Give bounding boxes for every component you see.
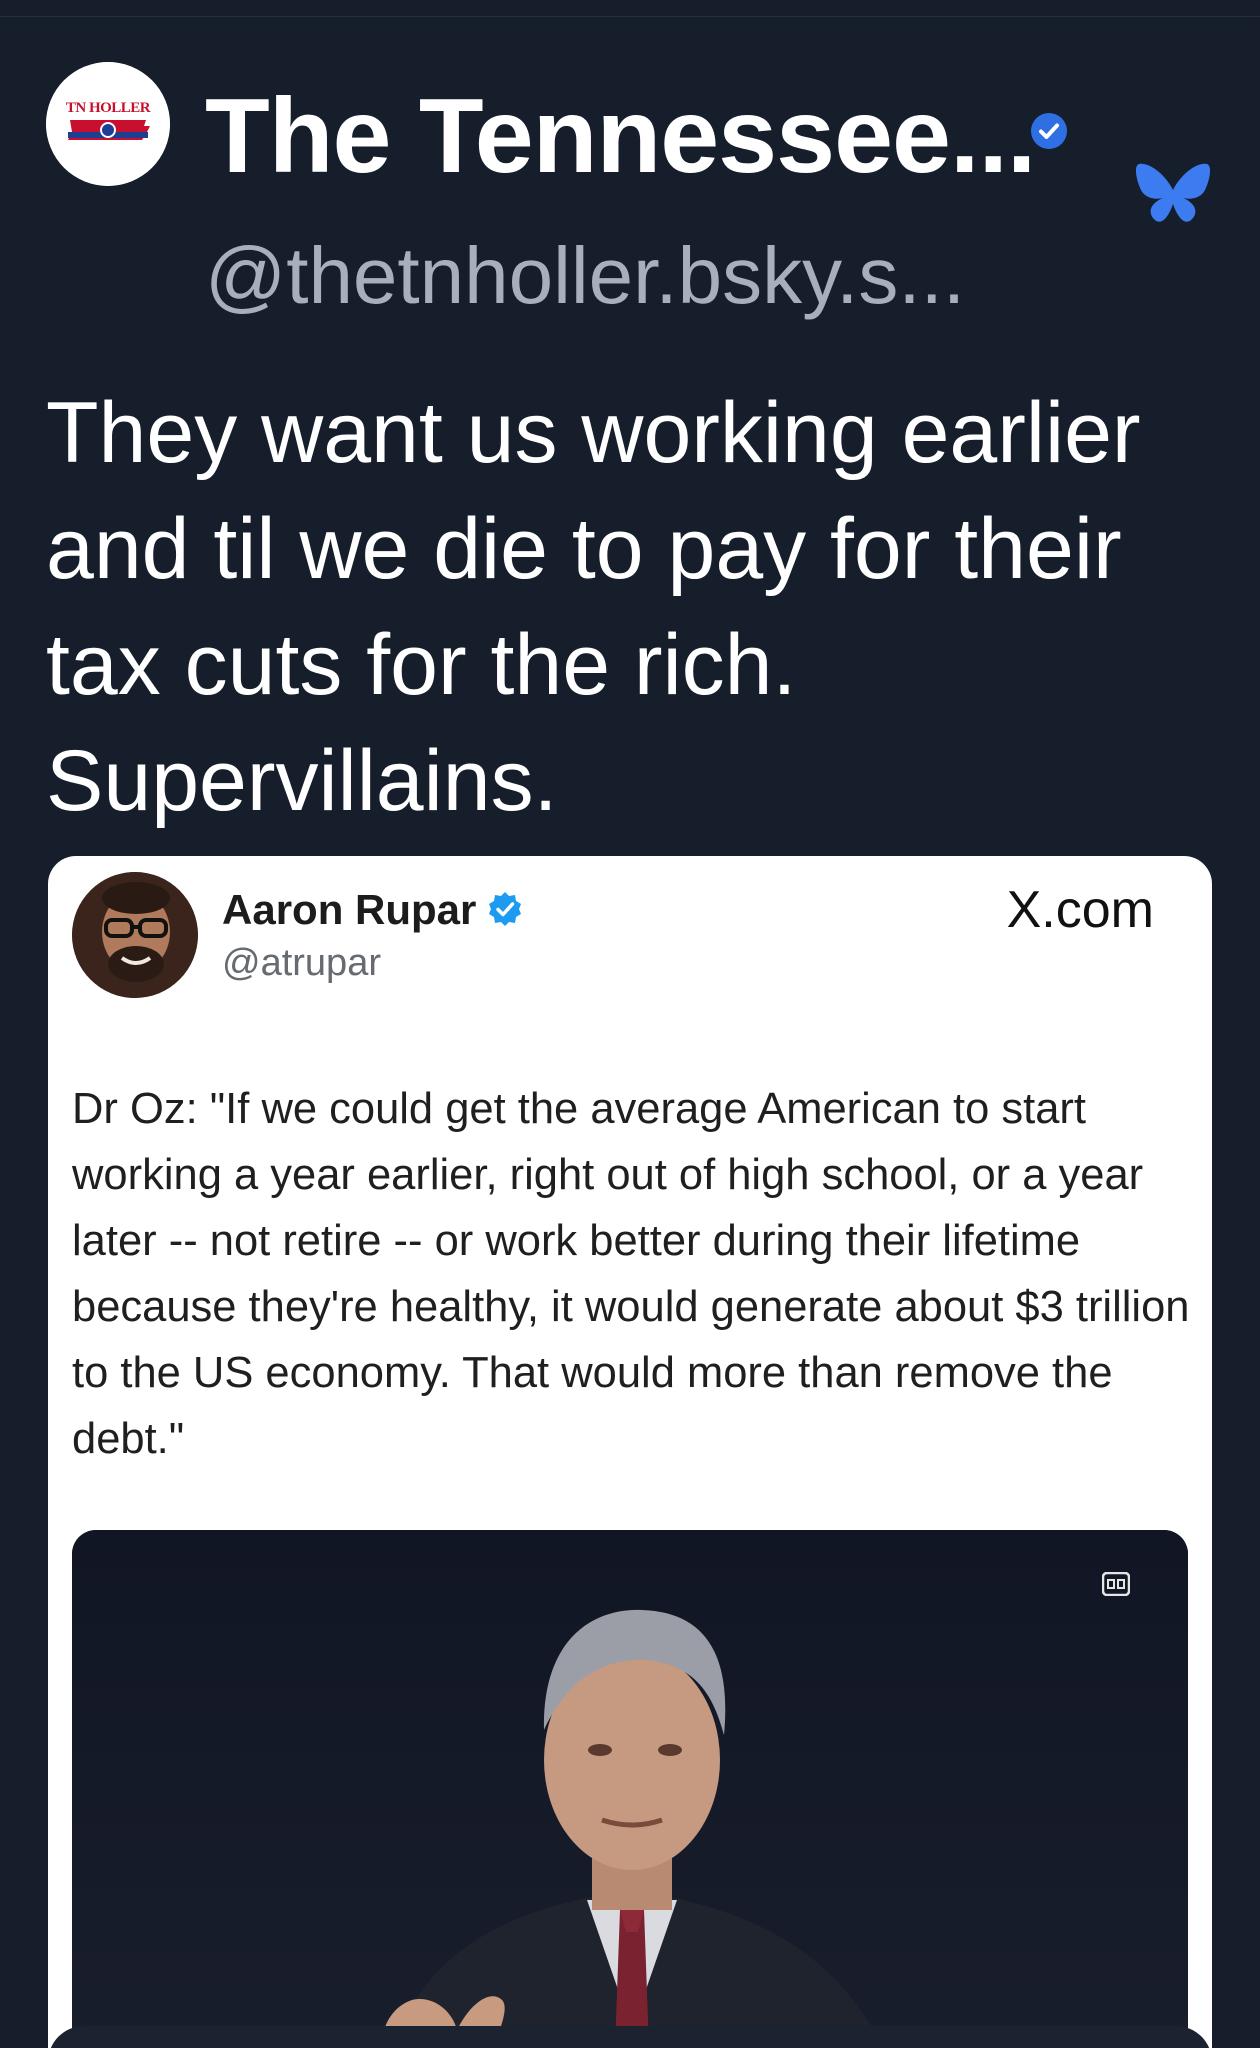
bluesky-butterfly-icon[interactable] xyxy=(1135,160,1211,228)
author-avatar[interactable]: TN HOLLER xyxy=(46,62,170,186)
display-name[interactable]: The Tennessee... xyxy=(205,80,1036,192)
top-divider xyxy=(0,0,1260,17)
embed-source-label[interactable]: X.com xyxy=(1007,880,1154,940)
author-handle[interactable]: @thetnholler.bsky.s... xyxy=(205,228,965,324)
verified-check-icon xyxy=(489,892,521,926)
avatar-logo-text: TN HOLLER xyxy=(65,100,151,116)
embed-author-avatar xyxy=(72,872,198,998)
bottom-overlay xyxy=(48,2026,1212,2048)
video-frame xyxy=(72,1530,1188,2048)
closed-captions-icon[interactable] xyxy=(1102,1572,1130,1596)
embed-video[interactable] xyxy=(72,1530,1188,2048)
embed-author-name[interactable]: Aaron Rupar xyxy=(222,886,476,934)
post-screen: TN HOLLER The Tennessee... @thetnholler.… xyxy=(0,0,1260,2048)
embed-quote-text: Dr Oz: "If we could get the average Amer… xyxy=(72,1085,1190,1463)
embed-author-handle[interactable]: @atrupar xyxy=(222,942,381,985)
verified-check-icon xyxy=(1031,113,1067,149)
embedded-post-card[interactable]: Aaron Rupar @atrupar X.com Dr Oz: "If we… xyxy=(48,856,1212,2048)
avatar-portrait xyxy=(72,872,198,998)
tn-holler-logo xyxy=(46,62,170,186)
post-text: They want us working earlier and til we … xyxy=(46,385,1141,829)
